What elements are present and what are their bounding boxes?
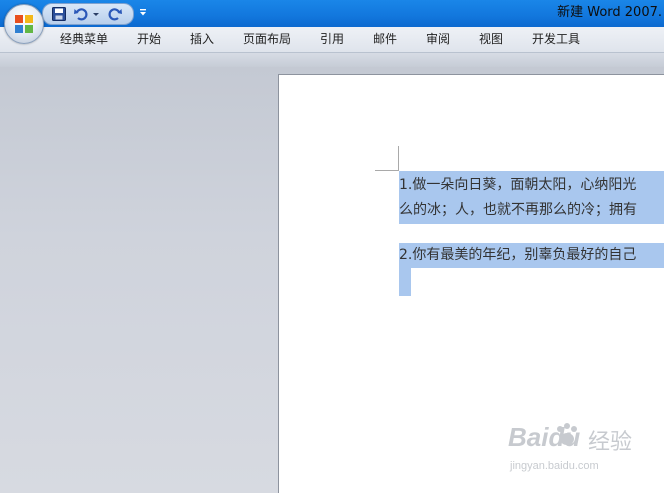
tab-view[interactable]: 视图 [479,31,503,47]
save-icon[interactable] [51,6,67,22]
office-logo-icon [15,15,33,33]
tab-references[interactable]: 引用 [320,31,344,47]
tab-insert[interactable]: 插入 [190,31,214,47]
watermark-brand-cn: 经验 [588,429,633,454]
margin-corner-mark-vertical [398,146,399,170]
office-button[interactable] [4,4,44,44]
quick-access-toolbar [42,3,134,25]
paw-icon [557,423,577,445]
undo-icon[interactable] [73,6,89,22]
paragraph-line[interactable]: 么的冰；人，也就不再那么的冷；拥有 [399,200,637,220]
tab-mailings[interactable]: 邮件 [373,31,397,47]
customize-dropdown-icon[interactable] [137,5,149,19]
tab-classic-menu[interactable]: 经典菜单 [60,31,108,47]
ribbon-collapsed-strip [0,53,664,67]
tab-developer[interactable]: 开发工具 [532,31,580,47]
tab-review[interactable]: 审阅 [426,31,450,47]
redo-icon[interactable] [107,6,123,22]
margin-corner-mark [375,170,399,171]
watermark-url: jingyan.baidu.com [510,460,599,472]
word-window: 新建 Word 2007. 经典菜单 开始 插入 页面布局 引用 邮件 审阅 视… [0,0,664,493]
ribbon-tab-bar: 经典菜单 开始 插入 页面布局 引用 邮件 审阅 视图 开发工具 [0,27,664,53]
paragraph-line[interactable]: 2.你有最美的年纪，别辜负最好的自己 [399,245,636,265]
baidu-jingyan-watermark: Baidu 经验 jingyan.baidu.com [500,418,660,488]
tab-home[interactable]: 开始 [137,31,161,47]
undo-dropdown-icon[interactable] [91,6,101,22]
tab-page-layout[interactable]: 页面布局 [243,31,291,47]
title-bar: 新建 Word 2007. [0,0,664,27]
paragraph-line[interactable]: 1.做一朵向日葵，面朝太阳，心纳阳光 [399,175,636,195]
selection-highlight [399,268,411,296]
window-title: 新建 Word 2007. [557,5,662,20]
